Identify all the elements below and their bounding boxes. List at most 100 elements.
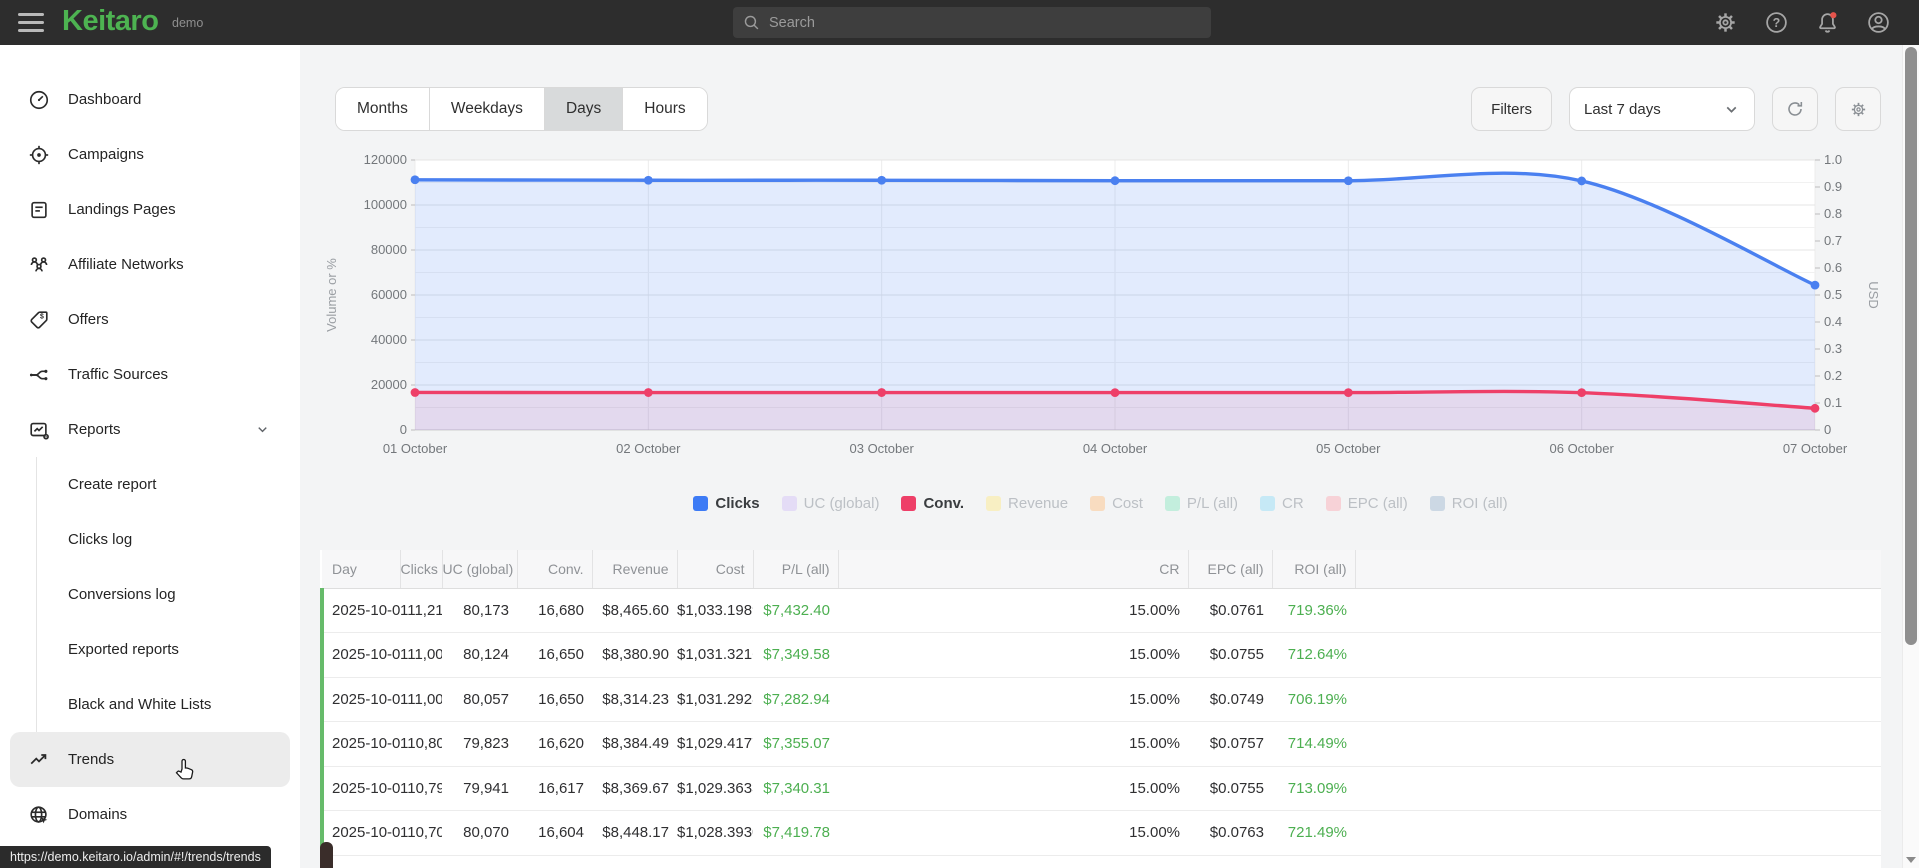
sidebar-item-trends[interactable]: Trends [10, 732, 290, 787]
sidebar-subitem-clicks-log[interactable]: Clicks log [37, 512, 300, 567]
scrollbar[interactable] [1902, 45, 1919, 868]
table-cell: 712.64% [1272, 632, 1355, 678]
sidebar-item-domains[interactable]: Domains [0, 787, 300, 842]
column-header: Clicks [400, 550, 443, 589]
table-cell: $7,349.58 [753, 632, 838, 678]
table-cell [1355, 588, 1881, 633]
table-cell: 16,604 [517, 810, 592, 856]
svg-text:0.5: 0.5 [1824, 287, 1842, 302]
table-cell [1355, 677, 1881, 722]
legend-item[interactable]: Clicks [693, 495, 760, 512]
status-url-tooltip: https://demo.keitaro.io/admin/#!/trends/… [0, 846, 271, 868]
table-cell: $7,282.94 [753, 677, 838, 722]
legend-item[interactable]: Conv. [901, 495, 964, 512]
legend-swatch [1260, 495, 1276, 511]
table-cell: 15.00% [838, 810, 1188, 856]
scrollbar-thumb[interactable] [1905, 47, 1917, 645]
menu-icon[interactable] [18, 13, 44, 32]
sidebar-subitem-create-report[interactable]: Create report [37, 457, 300, 512]
legend-item[interactable]: Revenue [986, 495, 1068, 512]
legend-item[interactable]: EPC (all) [1325, 494, 1408, 512]
table-cell: $1,031.3216 [677, 632, 753, 678]
topbar: Keitaro demo ? [0, 0, 1919, 45]
offers-icon: $ [30, 310, 48, 329]
chevron-down-icon[interactable] [255, 422, 270, 437]
table-cell: 714.49% [1272, 721, 1355, 767]
table-cell: 64,40 [400, 855, 442, 868]
landings-pages-icon [31, 201, 47, 218]
table-cell: 79,823 [442, 721, 517, 767]
sidebar-item-traffic-sources[interactable]: Traffic Sources [0, 347, 300, 402]
date-range-select[interactable]: Last 7 days [1569, 87, 1755, 131]
sidebar-item-label: Offers [68, 311, 109, 328]
legend-label: CR [1282, 494, 1304, 512]
chart-settings-button[interactable] [1835, 87, 1881, 131]
legend-label: EPC (all) [1347, 494, 1408, 512]
table-cell: 44,457 [442, 855, 517, 868]
legend-item[interactable]: ROI (all) [1429, 495, 1508, 512]
legend-label: Conv. [923, 494, 965, 512]
tab-weekdays[interactable]: Weekdays [429, 88, 545, 130]
svg-text:03 October: 03 October [850, 441, 915, 456]
table-cell: $597.6939 [677, 855, 753, 868]
settings-icon[interactable] [1713, 10, 1738, 35]
svg-text:40000: 40000 [371, 332, 407, 347]
column-header: EPC (all) [1188, 550, 1273, 589]
tab-days[interactable]: Days [544, 88, 624, 130]
table-cell: $0.0763 [1188, 810, 1272, 856]
scrollbar-down-arrow[interactable] [1906, 857, 1916, 863]
account-icon[interactable] [1866, 10, 1891, 35]
table-cell: 15.00% [838, 855, 1188, 868]
sidebar-item-affiliate-networks[interactable]: Affiliate Networks [0, 237, 300, 292]
trends-chart: 01 October 02 October 03 October 04 October… [320, 143, 1881, 524]
legend-item[interactable]: Cost [1090, 495, 1143, 512]
svg-text:0.1: 0.1 [1824, 395, 1842, 410]
app-logo[interactable]: Keitaro [62, 5, 159, 38]
sidebar-item-dashboard[interactable]: Dashboard [0, 72, 300, 127]
sidebar-item-campaigns[interactable]: Campaigns [0, 127, 300, 182]
table-cell [1355, 766, 1881, 811]
sidebar-item-offers[interactable]: $ Offers [0, 292, 300, 347]
table-cell: $1,033.1989 [677, 588, 753, 633]
table-cell: 722.76% [1272, 855, 1355, 868]
traffic-sources-icon [29, 369, 48, 380]
table-cell: $8,380.90 [592, 632, 677, 678]
refresh-button[interactable] [1772, 87, 1818, 131]
tab-hours[interactable]: Hours [623, 88, 707, 130]
svg-text:02 October: 02 October [616, 441, 681, 456]
tab-months[interactable]: Months [336, 88, 430, 130]
sidebar-subitem-black-white-lists[interactable]: Black and White Lists [37, 677, 300, 732]
help-icon[interactable]: ? [1764, 10, 1789, 35]
period-tabs: Months Weekdays Days Hours [335, 87, 708, 131]
legend-item[interactable]: CR [1260, 495, 1304, 512]
svg-text:20000: 20000 [371, 377, 407, 392]
table-cell: $7,432.40 [753, 588, 838, 633]
sidebar-item-landings-pages[interactable]: Landings Pages [0, 182, 300, 237]
filters-button[interactable]: Filters [1471, 87, 1552, 131]
table-cell: 15.00% [838, 721, 1188, 767]
search-input[interactable] [769, 14, 1201, 31]
notifications-bell-icon[interactable] [1815, 10, 1840, 35]
legend-item[interactable]: UC (global) [781, 494, 880, 512]
reports-submenu: Create report Clicks log Conversions log… [36, 457, 300, 732]
svg-text:0.8: 0.8 [1824, 206, 1842, 221]
table-row: 2025-10-06110,7080,07016,604$8,448.17$1,… [320, 810, 1881, 856]
sidebar-subitem-conversions-log[interactable]: Conversions log [37, 567, 300, 622]
sidebar-subitem-exported-reports[interactable]: Exported reports [37, 622, 300, 677]
sidebar-item-label: Traffic Sources [68, 366, 169, 383]
legend-swatch [901, 495, 917, 511]
table-cell: 16,620 [517, 721, 592, 767]
sidebar-item-reports[interactable]: Reports [0, 402, 300, 457]
legend-label: UC (global) [803, 494, 880, 512]
search-box[interactable] [733, 7, 1211, 38]
table-cell: 16,650 [517, 632, 592, 678]
table-cell [1355, 855, 1881, 868]
sidebar-item-label: Landings Pages [68, 201, 176, 218]
table-cell: 2025-10-07 [320, 855, 400, 868]
dashboard-icon [29, 90, 49, 109]
legend-swatch [1429, 495, 1445, 511]
legend-item[interactable]: P/L (all) [1164, 495, 1238, 512]
controls-row: Months Weekdays Days Hours Filters Last … [320, 87, 1881, 131]
gear-icon [1851, 102, 1865, 116]
table-row: 2025-10-02111,0080,12416,650$8,380.90$1,… [320, 632, 1881, 678]
